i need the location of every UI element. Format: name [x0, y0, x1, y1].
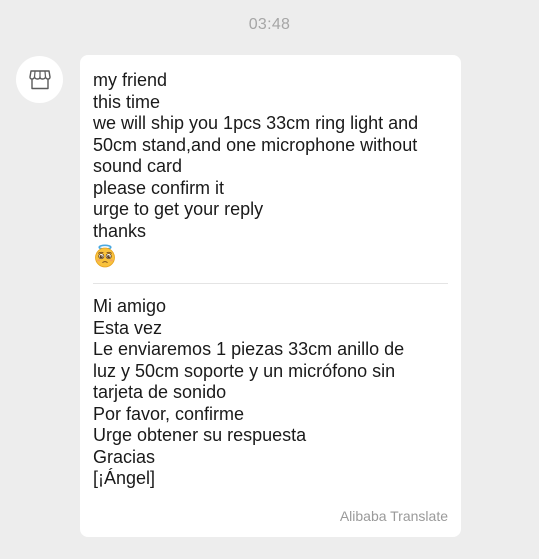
message-line: thanks [93, 220, 147, 241]
translated-line: Mi amigo [93, 296, 167, 316]
translated-line: Le enviaremos 1 piezas 33cm anillo de [93, 339, 405, 359]
translated-line: Por favor, confirme [93, 403, 245, 424]
original-message: my friend this time we will ship you 1pc… [93, 70, 448, 268]
sender-avatar[interactable] [16, 56, 63, 103]
message-line: my friend [93, 70, 168, 90]
message-timestamp: 03:48 [248, 16, 291, 33]
translated-line: Esta vez [93, 317, 163, 338]
message-line: urge to get your reply [93, 199, 264, 219]
translated-line: luz y 50cm soporte y un micrófono sin [93, 360, 396, 381]
message-line: sound card [93, 156, 183, 176]
message-line: please confirm it [93, 177, 225, 198]
translated-message: Mi amigo Esta vez Le enviaremos 1 piezas… [93, 296, 448, 490]
translation-divider [93, 283, 448, 284]
translated-line: [¡Ángel] [93, 468, 156, 488]
message-line: we will ship you 1pcs 33cm ring light an… [93, 113, 419, 133]
translated-line: Urge obtener su respuesta [93, 425, 307, 445]
translated-line: tarjeta de sonido [93, 382, 227, 402]
pleading-angel-emoji-icon [95, 244, 115, 268]
translated-line: Gracias [93, 446, 156, 467]
shop-storefront-icon [28, 69, 51, 89]
message-line: 50cm stand,and one microphone without [93, 134, 418, 155]
message-bubble[interactable]: my friend this time we will ship you 1pc… [80, 55, 461, 537]
message-line: this time [93, 91, 161, 112]
translation-credit: Alibaba Translate [339, 508, 448, 524]
